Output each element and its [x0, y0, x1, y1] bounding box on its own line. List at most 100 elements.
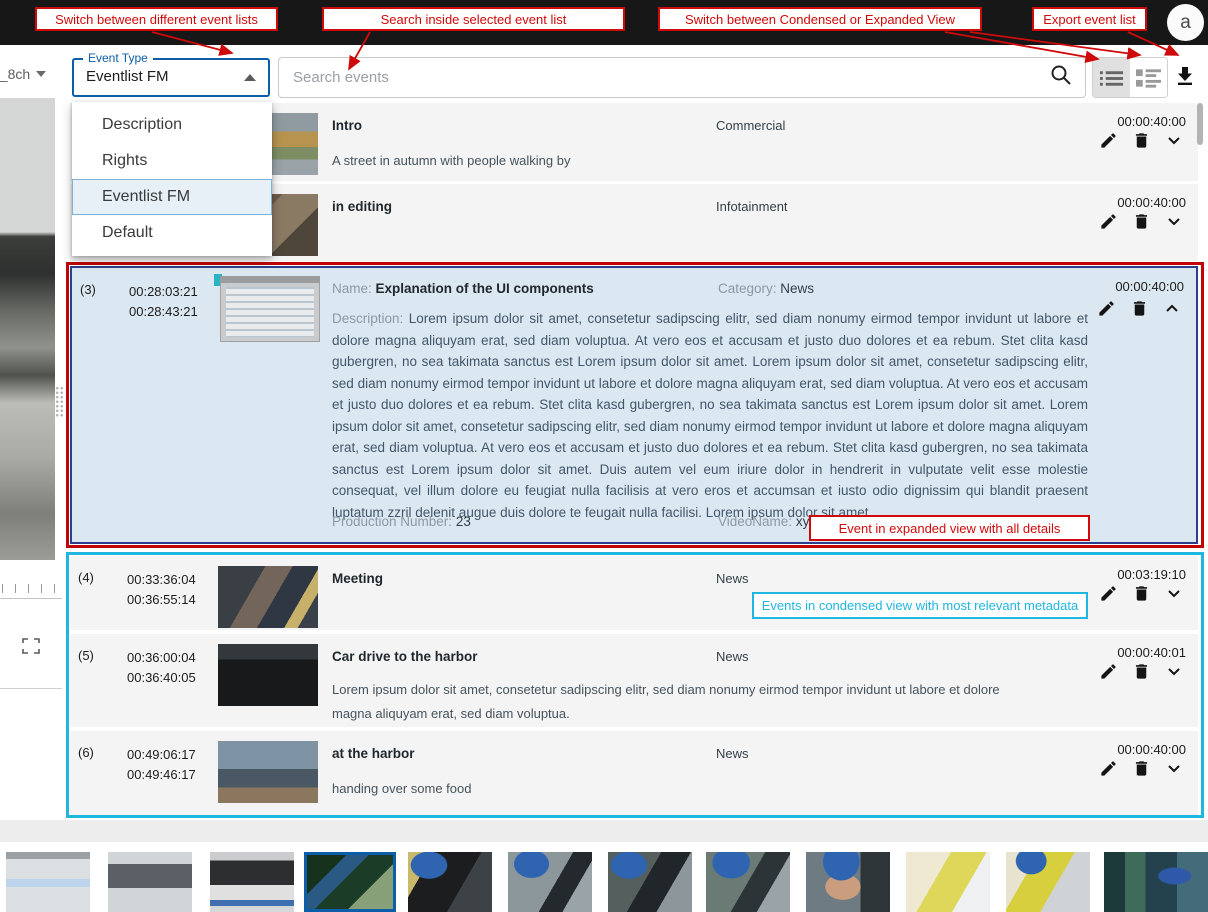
view-toggle-group [1092, 57, 1168, 98]
callout-expanded-view: Event in expanded view with all details [809, 515, 1090, 541]
trash-icon [1133, 301, 1144, 315]
event-name: Car drive to the harbor [332, 649, 478, 664]
event-timecodes: 00:49:06:17 00:49:46:17 [127, 745, 225, 785]
filmstrip-thumb-ui-window[interactable] [6, 852, 90, 912]
event-type-label: Event Type [83, 51, 153, 65]
expand-button[interactable] [1164, 130, 1184, 150]
delete-button[interactable] [1131, 583, 1151, 603]
menu-item-default[interactable]: Default [72, 215, 272, 251]
event-type-select[interactable]: Event Type Eventlist FM [72, 58, 270, 97]
menu-item-rights[interactable]: Rights [72, 143, 272, 179]
panel-drag-handle[interactable] [55, 386, 64, 418]
list-view-icon [1099, 68, 1124, 88]
menu-item-eventlist-fm[interactable]: Eventlist FM [72, 179, 272, 215]
filmstrip-thumb-cap-gray[interactable] [508, 852, 592, 912]
annotation-search-event-list: Search inside selected event list [322, 7, 625, 31]
filmstrip [0, 852, 1208, 912]
name-label: Name: [332, 281, 372, 296]
download-icon [1173, 63, 1197, 89]
collapse-button[interactable] [1162, 298, 1182, 318]
edit-button[interactable] [1098, 211, 1118, 231]
search-input[interactable] [291, 68, 1049, 87]
avatar-letter: a [1180, 12, 1191, 34]
event-row-meeting[interactable]: (4) 00:33:36:04 00:36:55:14 Meeting News… [70, 556, 1198, 630]
expand-button[interactable] [1164, 583, 1184, 603]
event-thumbnail [218, 644, 318, 706]
filmstrip-thumb-ui-video[interactable] [210, 852, 294, 912]
production-number-value: 23 [456, 514, 471, 529]
export-download-button[interactable] [1172, 62, 1198, 92]
event-type-value: Eventlist FM [86, 68, 169, 85]
trash-icon [1135, 214, 1146, 228]
chevron-down-icon [1169, 219, 1179, 224]
filmstrip-thumb-ui-skyline[interactable] [108, 852, 192, 912]
user-avatar[interactable]: a [1167, 4, 1204, 41]
menu-item-description[interactable]: Description [72, 107, 272, 143]
expanded-view-button[interactable] [1130, 58, 1167, 97]
event-category: News [716, 649, 749, 664]
delete-button[interactable] [1131, 758, 1151, 778]
annotation-text: Search inside selected event list [381, 12, 567, 27]
annotation-switch-view: Switch between Condensed or Expanded Vie… [658, 7, 982, 31]
category-label: Category: [718, 281, 777, 296]
filmstrip-thumb-face-cap[interactable] [806, 852, 890, 912]
filmstrip-thumb-cap-dark-2[interactable] [608, 852, 692, 912]
channel-selector[interactable]: 0_8ch [0, 66, 52, 82]
timecode-out: 00:28:43:21 [129, 302, 227, 322]
event-thumbnail [220, 276, 320, 342]
condensed-view-button[interactable] [1093, 58, 1130, 97]
event-timecodes: 00:33:36:04 00:36:55:14 [127, 570, 225, 610]
event-duration: 00:03:19:10 [1117, 567, 1186, 582]
video-name-label: VideoName: [718, 514, 792, 529]
event-thumbnail [218, 741, 318, 803]
filmstrip-thumb-cap-green[interactable] [706, 852, 790, 912]
delete-button[interactable] [1131, 130, 1151, 150]
chevron-up-icon [1167, 306, 1177, 311]
filmstrip-thumb-cap-dark[interactable] [408, 852, 492, 912]
chevron-down-icon [1169, 766, 1179, 771]
scrollbar-thumb[interactable] [1197, 103, 1203, 145]
filmstrip-thumb-blur-yellow-cap[interactable] [1006, 852, 1090, 912]
callout-condensed-view: Events in condensed view with most relev… [752, 592, 1088, 619]
search-field[interactable] [278, 57, 1086, 98]
production-number-label: Production Number: [332, 514, 452, 529]
delete-button[interactable] [1131, 211, 1151, 231]
filmstrip-thumb-factory-monitors[interactable] [1104, 852, 1208, 912]
event-category: Commercial [716, 118, 785, 133]
search-icon [1049, 63, 1073, 92]
annotation-switch-event-lists: Switch between different event lists [35, 7, 278, 31]
detail-view-icon [1136, 68, 1161, 88]
event-row-car-drive[interactable]: (5) 00:36:00:04 00:36:40:05 Car drive to… [70, 634, 1198, 727]
edit-button[interactable] [1098, 758, 1118, 778]
divider [0, 688, 62, 689]
delete-button[interactable] [1129, 298, 1149, 318]
expand-button[interactable] [1164, 661, 1184, 681]
event-row-expanded-selected[interactable]: (3) 00:28:03:21 00:28:43:21 Name: Explan… [70, 266, 1198, 544]
edit-button[interactable] [1096, 298, 1116, 318]
divider [0, 598, 62, 599]
expand-button[interactable] [1164, 211, 1184, 231]
event-description: Lorem ipsum dolor sit amet, consetetur s… [332, 678, 1022, 726]
filmstrip-thumb-factory-selected[interactable] [304, 852, 396, 912]
event-name: Meeting [332, 571, 383, 586]
pencil-icon [1101, 214, 1115, 228]
event-description: Lorem ipsum dolor sit amet, consetetur s… [332, 311, 1088, 520]
fullscreen-icon[interactable] [22, 638, 40, 659]
delete-button[interactable] [1131, 661, 1151, 681]
timeline-ruler [2, 584, 60, 593]
event-row-at-the-harbor[interactable]: (6) 00:49:06:17 00:49:46:17 at the harbo… [70, 731, 1198, 815]
pencil-icon [1101, 586, 1115, 600]
edit-button[interactable] [1098, 583, 1118, 603]
event-name: Intro [332, 118, 362, 133]
filmstrip-thumb-blur-yellow[interactable] [906, 852, 990, 912]
edit-button[interactable] [1098, 661, 1118, 681]
event-timecodes: 00:28:03:21 00:28:43:21 [129, 282, 227, 322]
expand-button[interactable] [1164, 758, 1184, 778]
edit-button[interactable] [1098, 130, 1118, 150]
timecode-in: 00:49:06:17 [127, 745, 225, 765]
event-category: News [780, 281, 814, 296]
timecode-out: 00:36:40:05 [127, 668, 225, 688]
event-index: (6) [78, 745, 94, 760]
annotation-text: Switch between different event lists [55, 12, 258, 27]
annotation-text: Switch between Condensed or Expanded Vie… [685, 12, 955, 27]
